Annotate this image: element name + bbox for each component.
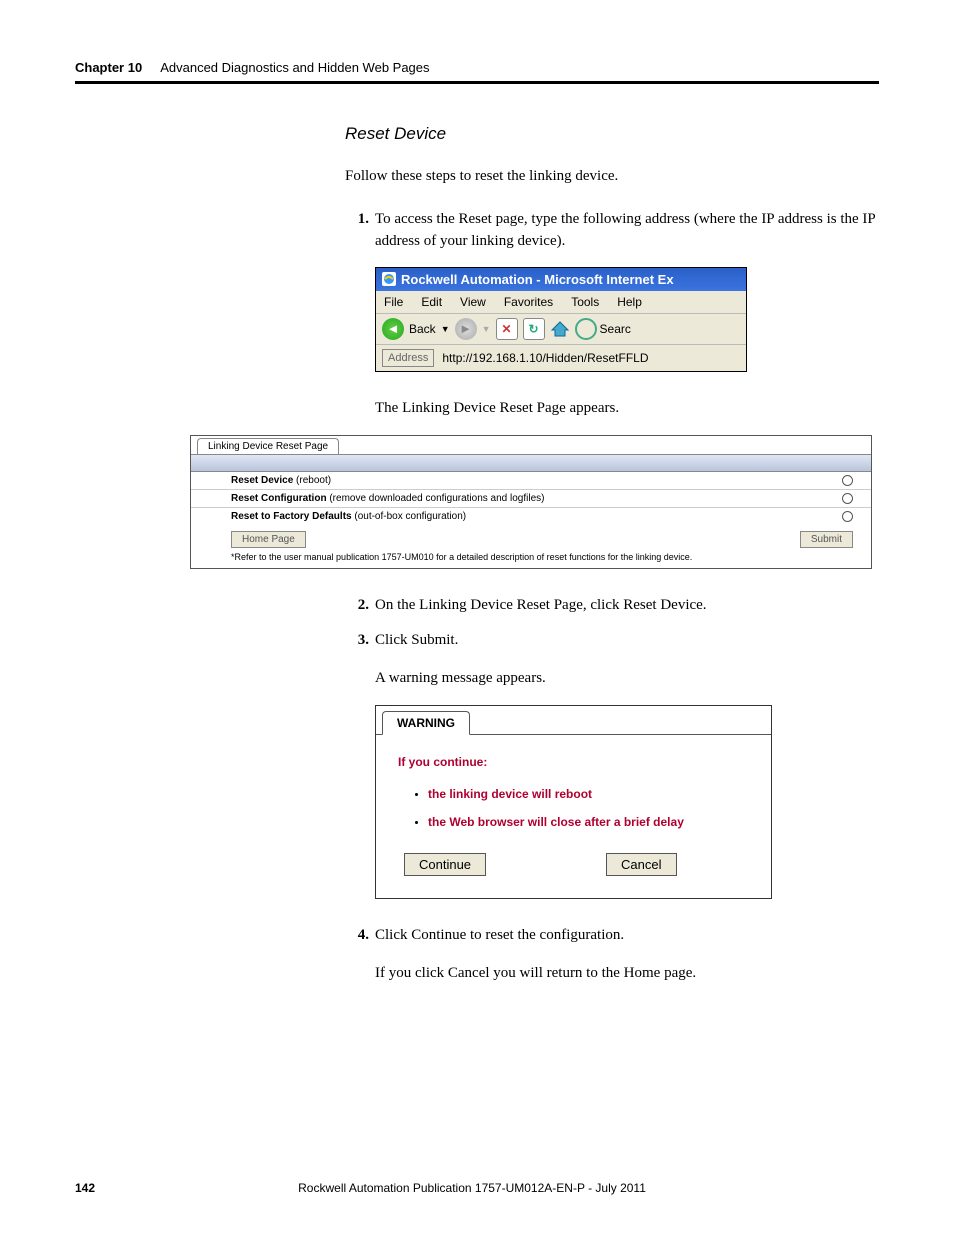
menu-favorites[interactable]: Favorites — [504, 295, 553, 309]
after-step3-text: A warning message appears. — [375, 670, 879, 687]
warning-bullet: the linking device will reboot — [428, 787, 749, 801]
reset-option-label: Reset to Factory Defaults (out-of-box co… — [231, 511, 466, 522]
step-2: 2. On the Linking Device Reset Page, cli… — [345, 595, 879, 617]
section-heading: Reset Device — [345, 124, 879, 144]
forward-icon[interactable]: ► — [455, 318, 477, 340]
reset-page-tab: Linking Device Reset Page — [197, 438, 339, 454]
ie-title-text: Rockwell Automation - Microsoft Internet… — [401, 272, 674, 287]
cancel-button[interactable]: Cancel — [606, 853, 676, 876]
step-number: 2. — [345, 595, 369, 617]
menu-view[interactable]: View — [460, 295, 486, 309]
home-icon[interactable] — [550, 319, 570, 339]
reset-page-screenshot: Linking Device Reset Page Reset Device (… — [190, 435, 872, 569]
chapter-title: Advanced Diagnostics and Hidden Web Page… — [160, 60, 429, 75]
intro-text: Follow these steps to reset the linking … — [345, 166, 879, 187]
step-text: On the Linking Device Reset Page, click … — [375, 595, 879, 617]
page-footer: 142 Rockwell Automation Publication 1757… — [75, 1181, 879, 1195]
step-number: 4. — [345, 925, 369, 947]
reset-option-row: Reset Configuration (remove downloaded c… — [191, 490, 871, 508]
reset-button-row: Home Page Submit — [191, 525, 871, 550]
back-icon[interactable]: ◄ — [382, 318, 404, 340]
address-url[interactable]: http://192.168.1.10/Hidden/ResetFFLD — [442, 351, 648, 365]
ie-menu-bar: File Edit View Favorites Tools Help — [376, 291, 746, 314]
step-4: 4. Click Continue to reset the configura… — [345, 925, 879, 947]
warning-heading: If you continue: — [398, 755, 749, 769]
stop-icon[interactable]: ✕ — [496, 318, 518, 340]
warning-buttons: Continue Cancel — [398, 853, 749, 876]
address-label: Address — [382, 349, 434, 367]
continue-button[interactable]: Continue — [404, 853, 486, 876]
warning-body: If you continue: the linking device will… — [376, 734, 771, 898]
ie-logo-icon — [382, 272, 396, 286]
step-1: 1. To access the Reset page, type the fo… — [345, 209, 879, 253]
reset-page-header-bar — [191, 454, 871, 472]
search-label: Searc — [600, 322, 631, 336]
reset-footnote: *Refer to the user manual publication 17… — [191, 550, 871, 568]
radio-icon[interactable] — [842, 493, 853, 504]
step-text: Click Continue to reset the configuratio… — [375, 925, 879, 947]
reset-option-label: Reset Device (reboot) — [231, 475, 331, 486]
warning-list: the linking device will reboot the Web b… — [428, 787, 749, 829]
radio-icon[interactable] — [842, 511, 853, 522]
back-label[interactable]: Back — [409, 322, 436, 336]
home-page-button[interactable]: Home Page — [231, 531, 306, 548]
after-ie-text: The Linking Device Reset Page appears. — [375, 400, 879, 417]
step-3: 3. Click Submit. — [345, 630, 879, 652]
menu-edit[interactable]: Edit — [421, 295, 442, 309]
radio-icon[interactable] — [842, 475, 853, 486]
step-text: Click Submit. — [375, 630, 879, 652]
publication-line: Rockwell Automation Publication 1757-UM0… — [298, 1181, 646, 1195]
reset-option-row: Reset to Factory Defaults (out-of-box co… — [191, 508, 871, 525]
menu-file[interactable]: File — [384, 295, 403, 309]
step-number: 1. — [345, 209, 369, 253]
warning-bullet: the Web browser will close after a brief… — [428, 815, 749, 829]
ie-screenshot: Rockwell Automation - Microsoft Internet… — [375, 267, 747, 372]
warning-tab: WARNING — [382, 711, 470, 735]
ie-toolbar: ◄ Back ▼ ► ▼ ✕ ↻ Searc — [376, 314, 746, 345]
fwd-dropdown-icon: ▼ — [482, 324, 491, 334]
submit-button[interactable]: Submit — [800, 531, 853, 548]
page-number: 142 — [75, 1181, 95, 1195]
step-text: To access the Reset page, type the follo… — [375, 209, 879, 253]
reset-option-row: Reset Device (reboot) — [191, 472, 871, 490]
search-icon — [575, 318, 597, 340]
page-header: Chapter 10 Advanced Diagnostics and Hidd… — [75, 60, 879, 84]
menu-help[interactable]: Help — [617, 295, 642, 309]
ie-address-bar: Address http://192.168.1.10/Hidden/Reset… — [376, 345, 746, 371]
warning-screenshot: WARNING If you continue: the linking dev… — [375, 705, 772, 899]
refresh-icon[interactable]: ↻ — [523, 318, 545, 340]
after-step4-text: If you click Cancel you will return to t… — [375, 965, 879, 982]
chapter-label: Chapter 10 — [75, 60, 142, 75]
back-dropdown-icon[interactable]: ▼ — [441, 324, 450, 334]
reset-option-label: Reset Configuration (remove downloaded c… — [231, 493, 544, 504]
step-number: 3. — [345, 630, 369, 652]
search-button[interactable]: Searc — [575, 318, 631, 340]
ie-title-bar: Rockwell Automation - Microsoft Internet… — [376, 268, 746, 291]
menu-tools[interactable]: Tools — [571, 295, 599, 309]
